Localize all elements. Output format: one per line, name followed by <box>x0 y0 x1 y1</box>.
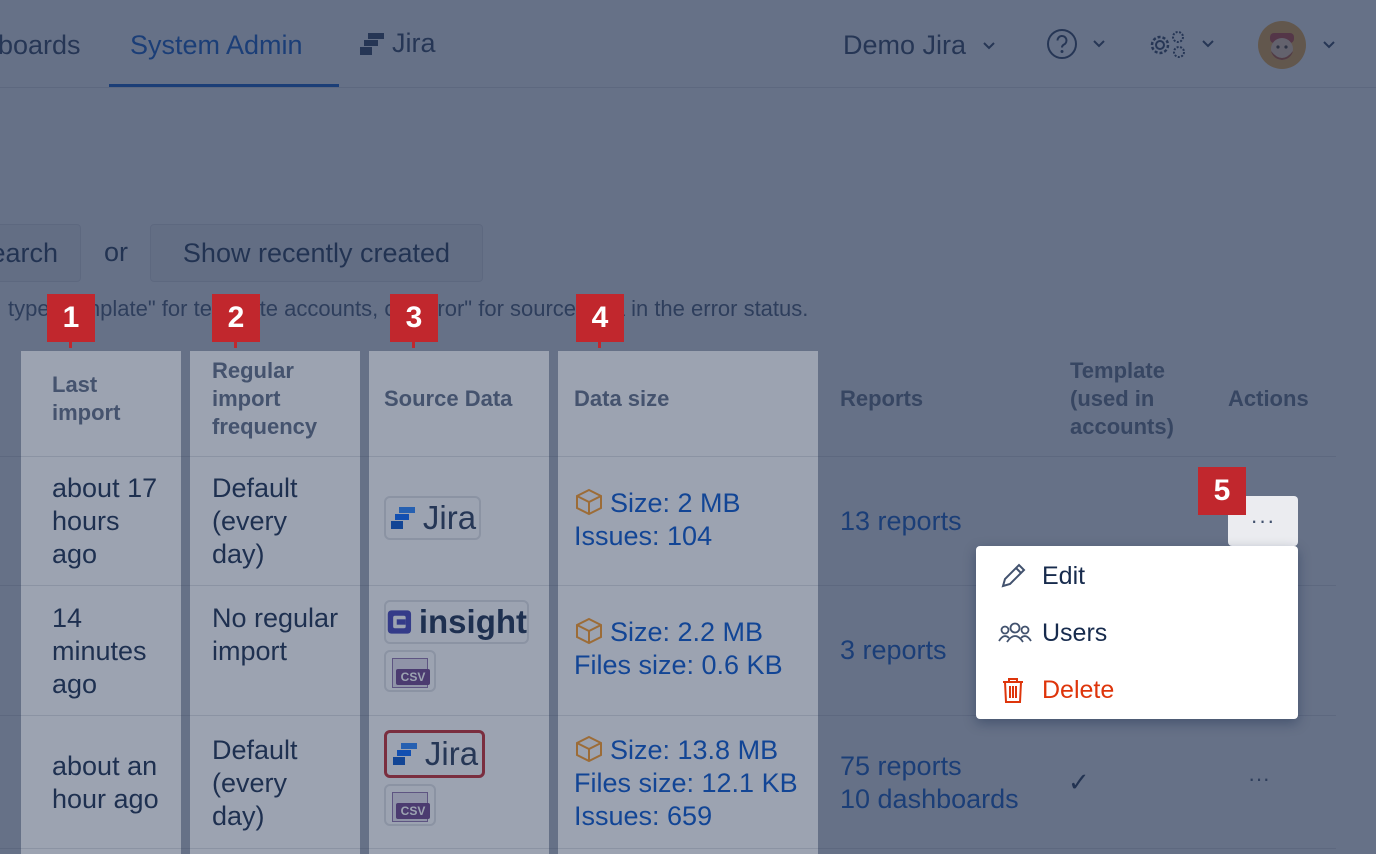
menu-item-delete[interactable]: Delete <box>976 665 1298 715</box>
data-size-cell: Size: 2.2 MB Files size: 0.6 KB <box>574 616 783 682</box>
source-jira-logo-highlighted[interactable]: Jira <box>384 730 485 778</box>
header-template: Template (used in accounts) <box>1070 358 1174 439</box>
chevron-down-icon <box>1202 40 1214 48</box>
reports-link[interactable]: 13 reports <box>840 505 962 538</box>
help-icon <box>1047 29 1077 59</box>
row-divider <box>0 848 1336 849</box>
csv-label: CSV <box>396 669 430 685</box>
size-value: Size: 2 MB <box>610 488 741 518</box>
table-row: about an hour ago Default (every day) Ji… <box>0 716 1336 848</box>
callout-badge-3: 3 <box>390 294 438 348</box>
header-frequency[interactable]: Regular import frequency <box>212 357 342 441</box>
menu-item-label: Users <box>1042 618 1108 647</box>
last-import-cell: about an hour ago <box>52 751 159 814</box>
insight-icon <box>387 610 412 634</box>
users-icon <box>998 622 1032 643</box>
data-size-cell: Size: 2 MB Issues: 104 <box>574 487 741 553</box>
account-switcher[interactable]: Demo Jira <box>843 30 996 61</box>
nav-jira-logo[interactable]: Jira <box>358 28 436 59</box>
chevron-down-icon <box>1323 41 1335 49</box>
header-reports[interactable]: Reports <box>840 385 980 413</box>
frequency-cell: Default (every day) <box>212 473 298 569</box>
actions-dropdown-menu: Edit Users Delete <box>976 546 1298 719</box>
trash-icon <box>1003 678 1023 703</box>
reports-link[interactable]: 75 reports <box>840 750 962 783</box>
chevron-down-icon <box>1093 40 1105 48</box>
user-menu[interactable] <box>1258 21 1336 69</box>
menu-item-users[interactable]: Users <box>976 608 1298 658</box>
size-value: Size: 13.8 MB <box>610 735 779 765</box>
menu-item-label: Edit <box>1042 561 1086 590</box>
jira-logo-text: Jira <box>424 735 479 772</box>
insight-logo-text: insight <box>418 603 527 640</box>
top-navigation: boards System Admin Jira Demo Jira <box>0 0 1376 88</box>
header-data-size[interactable]: Data size <box>574 385 734 413</box>
show-recently-created-button[interactable]: Show recently created <box>150 224 483 282</box>
avatar <box>1258 21 1306 69</box>
dashboards-link[interactable]: 10 dashboards <box>840 783 1019 816</box>
help-menu[interactable] <box>1046 28 1106 60</box>
search-button-label: earch <box>0 237 58 268</box>
callout-badge-1: 1 <box>47 294 95 348</box>
jira-logo-text: Jira <box>422 499 477 536</box>
jira-icon <box>390 507 415 529</box>
files-size-value: Files size: 12.1 KB <box>574 768 798 798</box>
frequency-cell: No regular import <box>212 603 339 666</box>
header-source-data: Source Data <box>384 386 513 411</box>
issues-value: Issues: 104 <box>574 521 713 551</box>
source-csv-icon[interactable]: CSV <box>384 784 436 826</box>
callout-badge-4: 4 <box>576 294 624 348</box>
menu-item-label: Delete <box>1042 675 1115 704</box>
source-insight-logo[interactable]: insight <box>384 600 529 644</box>
nav-dashboards[interactable]: boards <box>0 30 81 61</box>
show-recent-label: Show recently created <box>182 237 451 268</box>
row-actions-button[interactable]: ··· <box>1248 766 1270 792</box>
csv-label: CSV <box>396 803 430 819</box>
menu-item-edit[interactable]: Edit <box>976 551 1298 601</box>
issues-value: Issues: 659 <box>574 801 713 831</box>
files-size-value: Files size: 0.6 KB <box>574 650 783 680</box>
source-jira-logo[interactable]: Jira <box>384 496 481 540</box>
package-icon <box>576 735 602 763</box>
callout-badge-5: 5 <box>1198 467 1246 515</box>
data-size-cell: Size: 13.8 MB Files size: 12.1 KB Issues… <box>574 734 798 833</box>
gears-icon <box>1150 31 1185 58</box>
jira-logo-text: Jira <box>392 28 436 58</box>
reports-link[interactable]: 3 reports <box>840 634 947 667</box>
jira-icon <box>392 743 417 765</box>
last-import-cell: about 17 hours ago <box>52 473 158 569</box>
jira-icon <box>360 32 384 55</box>
settings-menu[interactable] <box>1147 28 1215 60</box>
package-icon <box>576 617 602 645</box>
size-value: Size: 2.2 MB <box>610 617 764 647</box>
account-name: Demo Jira <box>843 30 967 60</box>
frequency-cell: Default (every day) <box>212 735 298 831</box>
package-icon <box>576 488 602 516</box>
header-actions: Actions <box>1228 386 1309 411</box>
nav-system-admin[interactable]: System Admin <box>130 30 303 61</box>
last-import-cell: 14 minutes ago <box>52 603 147 699</box>
header-last-import[interactable]: Last import <box>52 371 162 427</box>
pencil-icon <box>1001 563 1026 588</box>
active-tab-underline <box>109 84 339 87</box>
chevron-down-icon <box>983 41 995 49</box>
source-csv-icon[interactable]: CSV <box>384 650 436 692</box>
or-label: or <box>104 237 129 267</box>
search-button[interactable]: earch <box>0 224 81 282</box>
callout-badge-2: 2 <box>212 294 260 348</box>
template-check-icon: ✓ <box>1068 767 1090 797</box>
